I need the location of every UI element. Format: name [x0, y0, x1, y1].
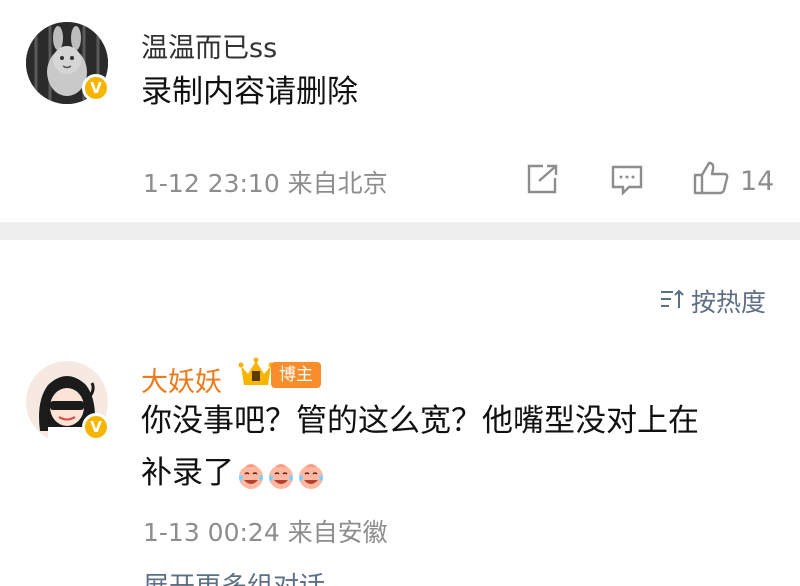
- crown-icon: [238, 357, 274, 393]
- laugh-cry-emoji: [299, 463, 323, 489]
- avatar[interactable]: V: [26, 22, 110, 104]
- blogger-badge: 博主: [271, 362, 321, 388]
- comment-username[interactable]: 温温而已ss: [141, 26, 277, 65]
- comment-text-line-2: 补录了: [141, 447, 781, 499]
- laugh-cry-emoji: [239, 463, 263, 489]
- comment-meta: 1-13 00:24 来自安徽: [143, 518, 388, 547]
- like-icon[interactable]: [692, 160, 730, 200]
- emoji-row: [236, 460, 326, 490]
- comment-card: V 温温而已ss 录制内容请删除 1-12 23:10 来自北京 14: [0, 0, 800, 222]
- expand-conversations-link[interactable]: 展开更多组对话: [143, 566, 325, 586]
- comment-meta: 1-12 23:10 来自北京: [143, 169, 388, 198]
- avatar[interactable]: V: [26, 361, 110, 443]
- comment-text-line: 你没事吧？管的这么宽？他嘴型没对上在: [141, 403, 699, 439]
- sort-icon: [659, 287, 691, 316]
- verified-badge-icon: V: [82, 74, 110, 102]
- comment-text-fragment: 补录了: [141, 455, 234, 491]
- comment-username[interactable]: 大妖妖: [141, 360, 222, 399]
- comment-text: 你没事吧？管的这么宽？他嘴型没对上在 补录了: [141, 395, 781, 499]
- share-icon[interactable]: [525, 163, 559, 199]
- comment-icon[interactable]: [610, 164, 644, 200]
- verified-badge-icon: V: [82, 413, 110, 441]
- comment-text: 录制内容请删除: [141, 74, 358, 110]
- sort-by-hot-button[interactable]: 按热度: [659, 283, 766, 319]
- like-count: 14: [740, 166, 775, 197]
- laugh-cry-emoji: [269, 463, 293, 489]
- section-divider: [0, 222, 800, 240]
- sort-label: 按热度: [690, 288, 766, 317]
